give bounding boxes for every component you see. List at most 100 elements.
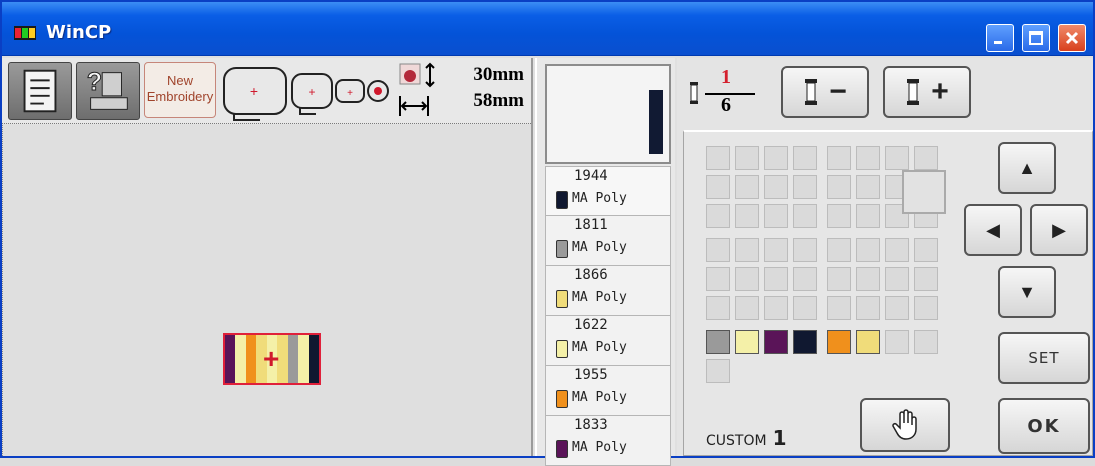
palette-cell[interactable] [885, 296, 909, 320]
palette-cell[interactable] [914, 330, 938, 354]
thread-item[interactable]: 1866 MA Poly [545, 266, 671, 316]
palette-cell[interactable] [793, 267, 817, 291]
palette-cell[interactable] [706, 175, 730, 199]
left-arrow-icon: ◀ [986, 219, 1000, 240]
checklist-button[interactable] [8, 62, 72, 120]
palette-cell[interactable] [735, 296, 759, 320]
palette-cell[interactable] [735, 330, 759, 354]
palette-cell[interactable] [764, 175, 788, 199]
embroidery-canvas[interactable]: + [2, 125, 531, 456]
thread-item[interactable]: 1833 MA Poly [545, 416, 671, 466]
thread-spool-icon [556, 340, 568, 358]
color-selector[interactable] [902, 170, 946, 214]
palette-cell[interactable] [885, 267, 909, 291]
palette-cell[interactable] [856, 146, 880, 170]
current-thread-number: 1 [721, 66, 731, 88]
palette-cell[interactable] [793, 204, 817, 228]
thread-code: 1833 [574, 417, 608, 433]
thread-item[interactable]: 1622 MA Poly [545, 316, 671, 366]
hand-button[interactable] [860, 398, 950, 452]
plus-label: + [931, 75, 949, 108]
thread-brand-type: MA Poly [572, 290, 627, 305]
palette-cell[interactable] [793, 330, 817, 354]
right-arrow-button[interactable]: ▶ [1030, 204, 1088, 256]
palette-cell[interactable] [827, 204, 851, 228]
palette-cell[interactable] [793, 146, 817, 170]
new-embroidery-label-2: Embroidery [146, 89, 214, 104]
mini-hoop-icon [367, 80, 389, 102]
thread-code: 1811 [574, 217, 608, 233]
palette-cell[interactable] [856, 296, 880, 320]
palette-cell[interactable] [827, 238, 851, 262]
palette-cell[interactable] [793, 296, 817, 320]
palette-cell[interactable] [885, 238, 909, 262]
dimensions: 30mm 58mm [396, 58, 530, 122]
up-arrow-button[interactable]: ▲ [998, 142, 1056, 194]
palette-cell[interactable] [885, 146, 909, 170]
thread-spool-icon [556, 240, 568, 258]
palette-cell[interactable] [764, 238, 788, 262]
custom-palette-indicator: CUSTOM 1 [706, 426, 786, 450]
palette-cell[interactable] [764, 204, 788, 228]
thread-brand-type: MA Poly [572, 191, 627, 206]
thread-brand-type: MA Poly [572, 390, 627, 405]
palette-cell[interactable] [827, 267, 851, 291]
palette-cell[interactable] [764, 330, 788, 354]
embroidery-design[interactable]: + [223, 333, 321, 385]
palette-cell[interactable] [706, 359, 730, 383]
thread-spool-icon [556, 290, 568, 308]
palette-cell[interactable] [827, 146, 851, 170]
svg-text:?: ? [87, 68, 102, 96]
palette-cell[interactable] [827, 296, 851, 320]
palette-cell[interactable] [827, 175, 851, 199]
palette-cell[interactable] [735, 238, 759, 262]
down-arrow-button[interactable]: ▼ [998, 266, 1056, 318]
palette-cell[interactable] [856, 330, 880, 354]
palette-cell[interactable] [856, 267, 880, 291]
left-arrow-button[interactable]: ◀ [964, 204, 1022, 256]
palette-cell[interactable] [793, 238, 817, 262]
help-machine-button[interactable]: ? [76, 62, 140, 120]
thread-brand-type: MA Poly [572, 340, 627, 355]
new-embroidery-button[interactable]: New Embroidery [144, 62, 216, 118]
title-bar[interactable]: WinCP [2, 2, 1093, 56]
ok-button[interactable]: OK [998, 398, 1090, 454]
palette-cell[interactable] [706, 267, 730, 291]
palette-cell[interactable] [793, 175, 817, 199]
set-button[interactable]: SET [998, 332, 1090, 384]
palette-cell[interactable] [856, 175, 880, 199]
palette-cell[interactable] [764, 296, 788, 320]
palette-cell[interactable] [706, 330, 730, 354]
palette-cell[interactable] [735, 175, 759, 199]
palette-cell[interactable] [885, 330, 909, 354]
palette-cell[interactable] [764, 146, 788, 170]
palette-cell[interactable] [706, 296, 730, 320]
palette-cell[interactable] [856, 238, 880, 262]
palette-cell[interactable] [706, 204, 730, 228]
palette-cell[interactable] [764, 267, 788, 291]
thread-item[interactable]: 1955 MA Poly [545, 366, 671, 416]
thread-brand-type: MA Poly [572, 240, 627, 255]
palette-cell[interactable] [914, 238, 938, 262]
thread-counter: 1 6 [681, 64, 771, 120]
close-button[interactable] [1058, 24, 1086, 52]
palette-cell[interactable] [735, 204, 759, 228]
minimize-button[interactable] [986, 24, 1014, 52]
palette-cell[interactable] [827, 330, 851, 354]
palette-cell[interactable] [914, 267, 938, 291]
svg-text:+: + [250, 83, 258, 99]
palette-cell[interactable] [735, 267, 759, 291]
palette-cell[interactable] [856, 204, 880, 228]
thread-item[interactable]: 1811 MA Poly [545, 216, 671, 266]
palette-cell[interactable] [706, 146, 730, 170]
window-title: WinCP [46, 22, 112, 43]
thread-minus-button[interactable]: − [781, 66, 869, 118]
thread-item[interactable]: 1944 MA Poly [545, 166, 671, 216]
palette-cell[interactable] [735, 146, 759, 170]
palette-cell[interactable] [706, 238, 730, 262]
maximize-button[interactable] [1022, 24, 1050, 52]
palette-cell[interactable] [914, 146, 938, 170]
thread-plus-button[interactable]: + [883, 66, 971, 118]
design-center-icon: + [263, 343, 280, 374]
palette-cell[interactable] [914, 296, 938, 320]
